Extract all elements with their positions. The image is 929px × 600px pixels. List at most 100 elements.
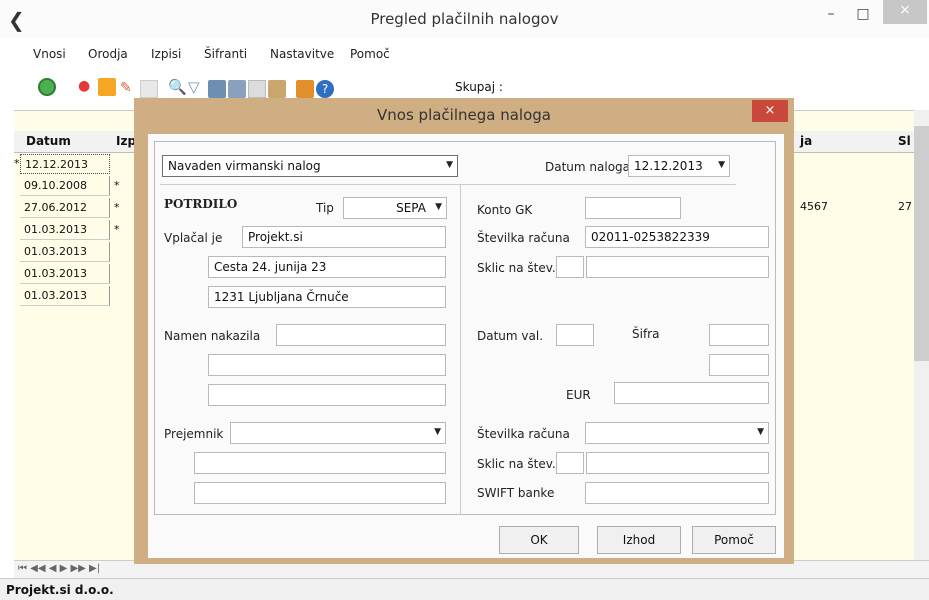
status-bar [0, 578, 929, 600]
tip-select[interactable]: SEPA ▼ [343, 197, 447, 219]
konto-gk-field[interactable] [585, 197, 681, 219]
menu-nastavitve[interactable]: Nastavitve [270, 47, 334, 61]
print-preview-icon[interactable] [228, 80, 246, 98]
prejemnik-sklic-model-field[interactable] [556, 452, 584, 474]
vplacal-city-field[interactable]: 1231 Ljubljana Črnuče [208, 286, 446, 308]
edit-icon[interactable]: ✎ [120, 80, 138, 98]
konto-gk-label: Konto GK [477, 203, 533, 217]
table-row-flag [112, 286, 132, 306]
cell-sl: 27 [898, 200, 912, 213]
column-datum[interactable]: Datum [26, 134, 71, 148]
column-ja[interactable]: ja [800, 134, 812, 148]
menu-bar [0, 40, 929, 66]
table-row-flag [112, 264, 132, 284]
table-row-flag: * [114, 201, 120, 214]
pomoc-button[interactable]: Pomoč [692, 526, 776, 554]
exit-icon[interactable] [296, 80, 314, 98]
user-icon[interactable] [98, 78, 116, 96]
sklic-model-field[interactable] [556, 256, 584, 278]
chevron-down-icon: ▼ [446, 160, 453, 170]
prejemnik-sklic-number-field[interactable] [586, 452, 769, 474]
table-row-date[interactable]: 27.06.2012 [20, 198, 110, 218]
dialog-title: Vnos plačilnega naloga [377, 106, 551, 124]
pin-icon[interactable]: ● [78, 78, 96, 96]
order-type-value: Navaden virmanski nalog [168, 159, 321, 173]
vplacal-label: Vplačal je [164, 231, 223, 245]
sifra-field-1[interactable] [709, 324, 769, 346]
prejemnik-field-1[interactable] [194, 452, 446, 474]
table-row-date[interactable]: 09.10.2008 [20, 176, 110, 196]
table-row-date[interactable]: 01.03.2013 [20, 242, 110, 262]
divider [460, 185, 461, 515]
prejemnik-racun-select[interactable]: ▼ [585, 422, 769, 444]
tip-value: SEPA [396, 201, 426, 215]
menu-sifranti[interactable]: Šifranti [204, 47, 247, 61]
izhod-button[interactable]: Izhod [597, 526, 681, 554]
prejemnik-sklic-label: Sklic na štev. [477, 457, 556, 471]
vplacal-street-field[interactable]: Cesta 24. junija 23 [208, 256, 446, 278]
refresh-icon[interactable] [38, 78, 56, 96]
namen-field-3[interactable] [208, 384, 446, 406]
vplacal-name-field[interactable]: Projekt.si [242, 226, 446, 248]
cell-ja: 4567 [800, 200, 828, 213]
prejemnik-racun-label: Številka računa [477, 427, 570, 441]
print-icon[interactable] [208, 80, 226, 98]
datum-naloga-label: Datum naloga [545, 160, 631, 174]
navigator-buttons[interactable]: ⏮ ◀◀ ◀ ▶ ▶▶ ▶| [18, 563, 100, 574]
tip-label: Tip [316, 201, 334, 215]
table-row-flag [112, 242, 132, 262]
maximize-button[interactable]: □ [848, 4, 878, 26]
chevron-down-icon: ▼ [434, 427, 441, 437]
prejemnik-label: Prejemnik [164, 427, 224, 441]
dialog-close-button[interactable]: × [752, 100, 788, 122]
table-row-date[interactable]: 01.03.2013 [20, 220, 110, 240]
sifra-label: Šifra [632, 327, 660, 341]
menu-izpisi[interactable]: Izpisi [151, 47, 181, 61]
prejemnik-select[interactable]: ▼ [230, 422, 446, 444]
close-button[interactable]: × [883, 0, 927, 24]
eur-label: EUR [566, 388, 591, 402]
namen-field-1[interactable] [276, 324, 446, 346]
skupaj-label: Skupaj : [455, 80, 503, 94]
menu-pomoc[interactable]: Pomoč [350, 47, 390, 61]
chevron-down-icon: ▼ [435, 202, 442, 212]
window-title: Pregled plačilnih nalogov [370, 10, 559, 28]
skupaj-value [510, 76, 642, 98]
table-row-flag [112, 154, 132, 174]
namen-field-2[interactable] [208, 354, 446, 376]
table-row-flag: * [114, 223, 120, 236]
prejemnik-field-2[interactable] [194, 482, 446, 504]
table-row-flag: * [114, 179, 120, 192]
mail-icon[interactable] [248, 80, 266, 98]
book-icon[interactable] [268, 80, 286, 98]
datum-val-label: Datum val. [477, 329, 544, 343]
stevilka-racuna-label: Številka računa [477, 231, 570, 245]
stevilka-racuna-field[interactable]: 02011-0253822339 [585, 226, 769, 248]
menu-orodja[interactable]: Orodja [88, 47, 128, 61]
table-row-date[interactable]: 12.12.2013 [20, 154, 110, 174]
status-company: Projekt.si d.o.o. [6, 583, 114, 597]
datum-val-field[interactable] [556, 324, 594, 346]
menu-vnosi[interactable]: Vnosi [33, 47, 66, 61]
ok-button[interactable]: OK [499, 526, 579, 554]
sifra-field-2[interactable] [709, 354, 769, 376]
table-row-date[interactable]: 01.03.2013 [20, 264, 110, 284]
eur-amount-field[interactable] [614, 382, 769, 404]
sklic-label: Sklic na štev. [477, 261, 556, 275]
table-row-date[interactable]: 01.03.2013 [20, 286, 110, 306]
filter-icon[interactable]: ▽ [188, 78, 206, 96]
scrollbar-thumb[interactable] [914, 126, 929, 361]
search-icon[interactable]: 🔍 [168, 78, 187, 96]
divider [160, 184, 736, 185]
blank-icon[interactable] [140, 80, 158, 98]
minimize-button[interactable]: – [816, 4, 846, 26]
swift-field[interactable] [585, 482, 769, 504]
namen-label: Namen nakazila [164, 329, 261, 343]
sklic-number-field[interactable] [586, 256, 769, 278]
column-sl[interactable]: Sl [898, 134, 911, 148]
datum-naloga-field[interactable]: 12.12.2013 ▼ [628, 155, 730, 177]
help-icon[interactable]: ? [316, 80, 334, 98]
swift-label: SWIFT banke [477, 486, 555, 500]
order-type-select[interactable]: Navaden virmanski nalog ▼ [162, 155, 458, 177]
chevron-down-icon: ▼ [757, 427, 764, 437]
